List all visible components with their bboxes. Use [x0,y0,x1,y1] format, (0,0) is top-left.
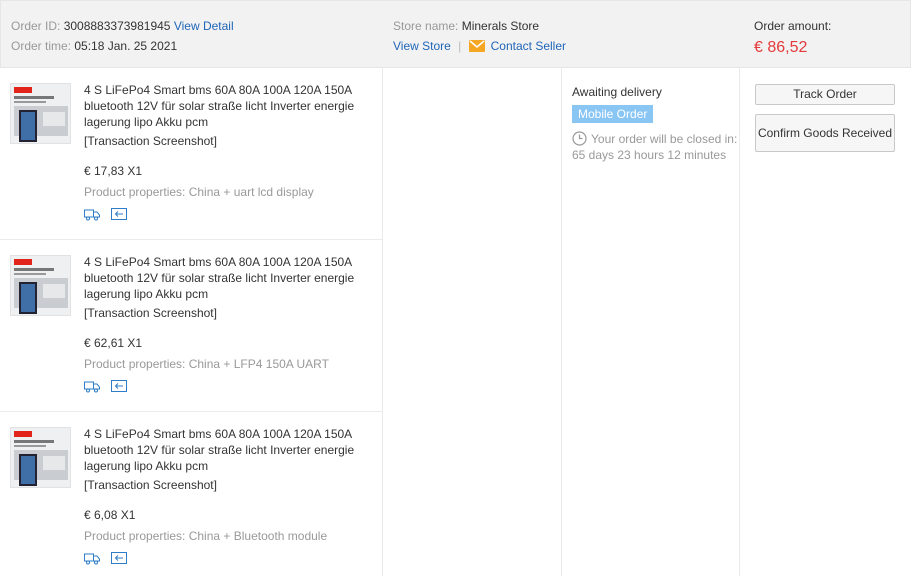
contact-seller-label: Contact Seller [490,39,566,53]
product-item: 4 S LiFePo4 Smart bms 60A 80A 100A 120A … [0,240,382,412]
shipping-truck-icon[interactable] [84,379,100,393]
order-amount-value: € 86,52 [754,39,808,56]
product-price: € 17,83 X1 [84,164,143,178]
column-divider [561,68,562,576]
link-separator: | [458,39,462,53]
product-price: € 62,61 X1 [84,336,143,350]
thumb-text [14,96,54,99]
thumb-text [14,101,46,103]
product-thumbnail[interactable] [10,427,71,488]
thumb-text [14,445,46,447]
amount-info: Order amount: € 86,52 [754,16,831,60]
column-divider [382,68,383,576]
view-store-link[interactable]: View Store [393,39,451,53]
store-name-value: Minerals Store [461,19,540,33]
product-title[interactable]: 4 S LiFePo4 Smart bms 60A 80A 100A 120A … [84,82,376,130]
store-name-label: Store name: [393,19,459,33]
order-info: Order ID: 3008883373981945 View Detail O… [11,16,234,56]
order-id-value: 3008883373981945 [63,19,171,33]
mobile-order-badge: Mobile Order [572,105,654,123]
order-body: 4 S LiFePo4 Smart bms 60A 80A 100A 120A … [0,68,911,576]
contact-seller-link[interactable]: Contact Seller [468,39,566,53]
thumb-chip [43,284,65,298]
thumb-chip [43,112,65,126]
thumb-text [14,268,54,271]
product-title[interactable]: 4 S LiFePo4 Smart bms 60A 80A 100A 120A … [84,426,376,474]
shipping-truck-icon[interactable] [84,207,100,221]
track-order-button[interactable]: Track Order [755,84,895,105]
thumb-text [14,273,46,275]
thumb-badge [14,431,32,437]
product-properties: Product properties: China + Bluetooth mo… [84,529,328,543]
store-info: Store name: Minerals Store View Store | … [393,16,566,56]
thumb-phone [19,110,37,142]
order-id-label: Order ID: [11,19,61,33]
status-text: Awaiting delivery [572,85,662,99]
thumb-chip [43,456,65,470]
product-title[interactable]: 4 S LiFePo4 Smart bms 60A 80A 100A 120A … [84,254,376,302]
view-detail-link[interactable]: View Detail [174,19,234,33]
product-price: € 6,08 X1 [84,508,136,522]
product-icons [84,551,135,565]
transaction-screenshot-link[interactable]: [Transaction Screenshot] [84,133,217,149]
thumb-badge [14,87,32,93]
thumb-text [14,440,54,443]
product-thumbnail[interactable] [10,255,71,316]
order-amount-label: Order amount: [754,19,832,33]
clock-icon [572,131,587,146]
order-header: Order ID: 3008883373981945 View Detail O… [0,0,911,68]
shipping-truck-icon[interactable] [84,551,100,565]
product-icons [84,207,135,221]
mail-icon [468,40,485,52]
product-item: 4 S LiFePo4 Smart bms 60A 80A 100A 120A … [0,68,382,240]
order-actions: Track Order Confirm Goods Received [755,84,895,152]
order-time-label: Order time: [11,39,72,53]
thumb-badge [14,259,32,265]
confirm-goods-received-button[interactable]: Confirm Goods Received [755,114,895,152]
transaction-screenshot-link[interactable]: [Transaction Screenshot] [84,477,217,493]
product-properties: Product properties: China + uart lcd dis… [84,185,314,199]
transaction-screenshot-link[interactable]: [Transaction Screenshot] [84,305,217,321]
return-arrow-icon[interactable] [111,207,128,221]
product-item: 4 S LiFePo4 Smart bms 60A 80A 100A 120A … [0,412,382,576]
return-arrow-icon[interactable] [111,379,128,393]
closing-text: Your order will be closed in: 65 days 23… [572,132,738,162]
thumb-phone [19,454,37,486]
product-icons [84,379,135,393]
closing-countdown: Your order will be closed in: 65 days 23… [572,131,740,163]
product-thumbnail[interactable] [10,83,71,144]
thumb-phone [19,282,37,314]
order-time-value: 05:18 Jan. 25 2021 [74,39,178,53]
return-arrow-icon[interactable] [111,551,128,565]
product-properties: Product properties: China + LFP4 150A UA… [84,357,329,371]
order-status: Awaiting delivery Mobile Order Your orde… [572,84,740,163]
